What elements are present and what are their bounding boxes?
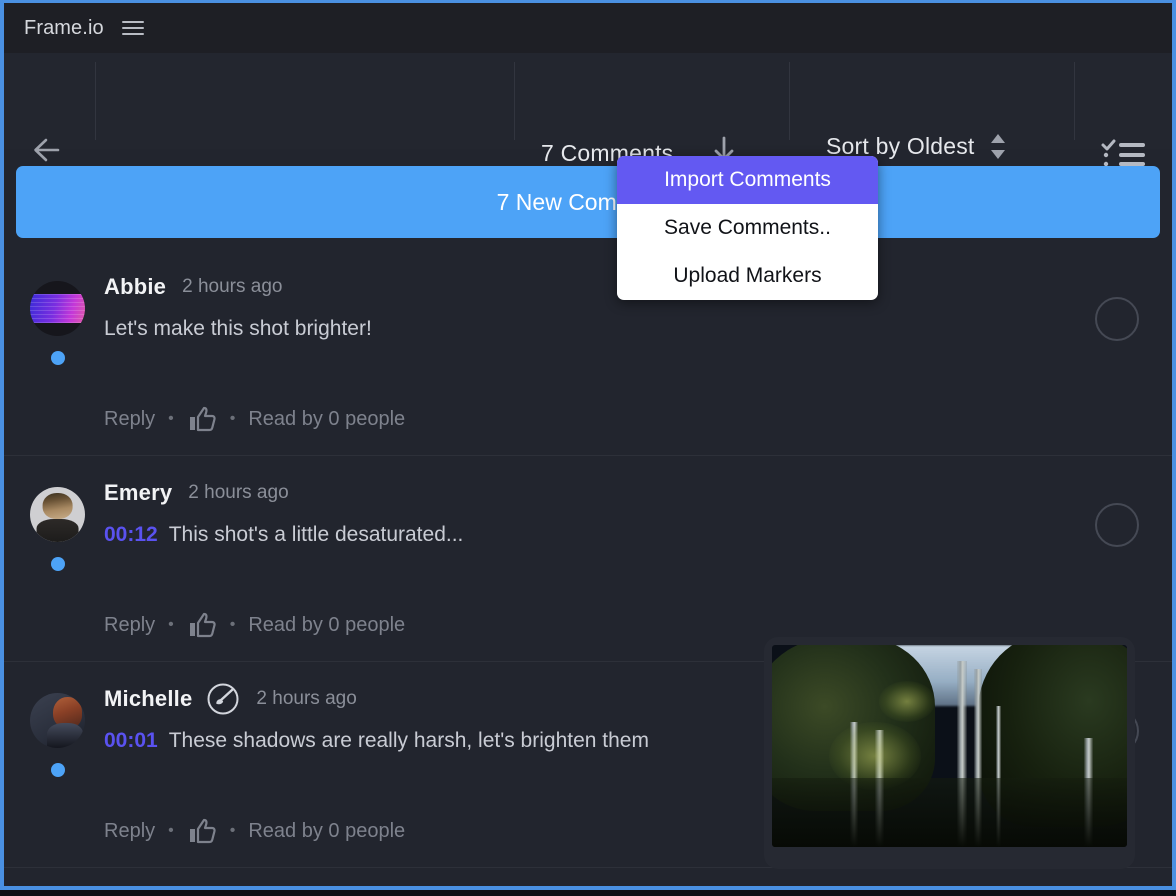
comment-actions: Reply • • Read by 0 people bbox=[104, 405, 405, 433]
reply-button[interactable]: Reply bbox=[104, 614, 155, 637]
action-separator: • bbox=[229, 616, 236, 633]
avatar bbox=[30, 487, 85, 542]
comment-message: This shot's a little desaturated... bbox=[168, 523, 464, 546]
action-separator: • bbox=[168, 410, 174, 427]
app-brand-title: Frame.io bbox=[24, 16, 104, 39]
menu-item-import-comments[interactable]: Import Comments bbox=[617, 156, 878, 204]
comment-actions: Reply • • Read by 0 people bbox=[104, 817, 405, 845]
forest-floor bbox=[772, 778, 1127, 847]
author-name: Abbie bbox=[104, 274, 167, 299]
comment-timecode[interactable]: 00:12 bbox=[104, 523, 158, 546]
comment-body: Emery 2 hours ago 00:12 This shot's a lit… bbox=[104, 478, 1172, 547]
toolbar-divider-3 bbox=[789, 62, 790, 140]
thumbs-up-icon[interactable] bbox=[187, 611, 217, 639]
timestamp: 2 hours ago bbox=[256, 688, 357, 709]
video-thumbnail bbox=[772, 645, 1127, 847]
avatar bbox=[30, 281, 85, 336]
comment-select-checkbox[interactable] bbox=[1095, 297, 1139, 341]
toolbar-divider-2 bbox=[514, 62, 515, 140]
comment-header: Abbie 2 hours ago bbox=[104, 272, 1052, 302]
avatar-column bbox=[30, 487, 86, 571]
hamburger-icon[interactable] bbox=[121, 18, 144, 38]
reply-button[interactable]: Reply bbox=[104, 820, 155, 843]
author-name: Emery bbox=[104, 480, 173, 505]
action-separator: • bbox=[168, 616, 174, 633]
comment-text: Let's make this shot brighter! bbox=[104, 317, 1052, 341]
comment-header: Emery 2 hours ago bbox=[104, 478, 1052, 508]
avatar-column bbox=[30, 693, 86, 777]
unread-dot bbox=[51, 557, 65, 571]
reply-button[interactable]: Reply bbox=[104, 408, 155, 431]
back-arrow-icon[interactable] bbox=[28, 133, 72, 167]
import-dropdown-menu: Import Comments Save Comments.. Upload M… bbox=[617, 156, 878, 300]
comment-actions: Reply • • Read by 0 people bbox=[104, 611, 405, 639]
timestamp: 2 hours ago bbox=[182, 276, 283, 297]
comment-message: These shadows are really harsh, let's br… bbox=[168, 729, 649, 752]
paintbrush-badge-icon bbox=[206, 682, 240, 716]
comment-select-checkbox[interactable] bbox=[1095, 503, 1139, 547]
comments-toolbar: 7 Comments Sort by Oldest bbox=[4, 53, 1172, 167]
toolbar-divider-1 bbox=[95, 62, 96, 140]
toolbar-divider-4 bbox=[1074, 62, 1075, 140]
sun-patch bbox=[878, 681, 936, 722]
action-separator: • bbox=[229, 822, 236, 839]
action-separator: • bbox=[229, 410, 236, 427]
menu-item-upload-markers[interactable]: Upload Markers bbox=[617, 252, 878, 300]
comment-row[interactable]: Emery 2 hours ago 00:12 This shot's a lit… bbox=[4, 456, 1172, 662]
action-separator: • bbox=[168, 822, 174, 839]
forest-scene bbox=[772, 645, 1127, 847]
read-by-label: Read by 0 people bbox=[248, 613, 406, 636]
timestamp: 2 hours ago bbox=[188, 482, 289, 503]
unread-dot bbox=[51, 763, 65, 777]
comment-message: Let's make this shot brighter! bbox=[104, 317, 372, 340]
comment-timecode[interactable]: 00:01 bbox=[104, 729, 158, 752]
window-titlebar: Frame.io bbox=[4, 3, 1172, 53]
thumbs-up-icon[interactable] bbox=[187, 405, 217, 433]
new-comments-banner[interactable]: 7 New Comments bbox=[16, 166, 1160, 238]
read-by-label: Read by 0 people bbox=[248, 819, 406, 842]
app-window: Frame.io 7 Comments Sort by Oldest 7 New… bbox=[0, 0, 1176, 890]
avatar-column bbox=[30, 281, 86, 365]
menu-item-save-comments[interactable]: Save Comments.. bbox=[617, 204, 878, 252]
thumbs-up-icon[interactable] bbox=[187, 817, 217, 845]
video-thumbnail-panel[interactable] bbox=[764, 637, 1135, 869]
avatar bbox=[30, 693, 85, 748]
comment-text: 00:12 This shot's a little desaturated... bbox=[104, 523, 1052, 547]
author-name: Michelle bbox=[104, 686, 193, 711]
stepper-up-down-icon[interactable] bbox=[989, 133, 1007, 160]
read-by-label: Read by 0 people bbox=[248, 407, 406, 430]
comment-row[interactable]: Abbie 2 hours ago Let's make this shot b… bbox=[4, 250, 1172, 456]
unread-dot bbox=[51, 351, 65, 365]
